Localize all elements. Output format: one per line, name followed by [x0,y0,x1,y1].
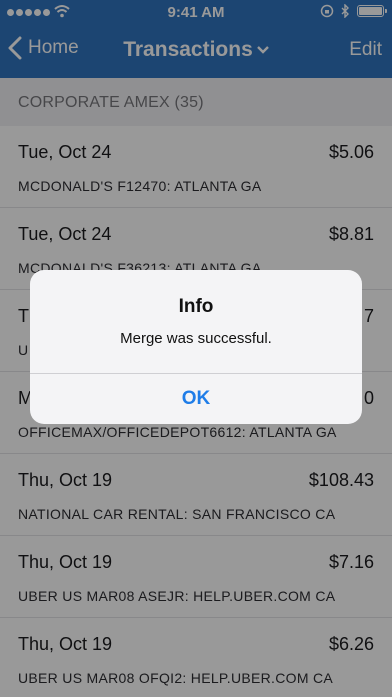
info-alert-dialog: Info Merge was successful. OK [30,270,362,424]
ok-button[interactable]: OK [30,374,362,424]
alert-title: Info [178,296,214,317]
alert-message: Merge was successful. [120,330,272,347]
